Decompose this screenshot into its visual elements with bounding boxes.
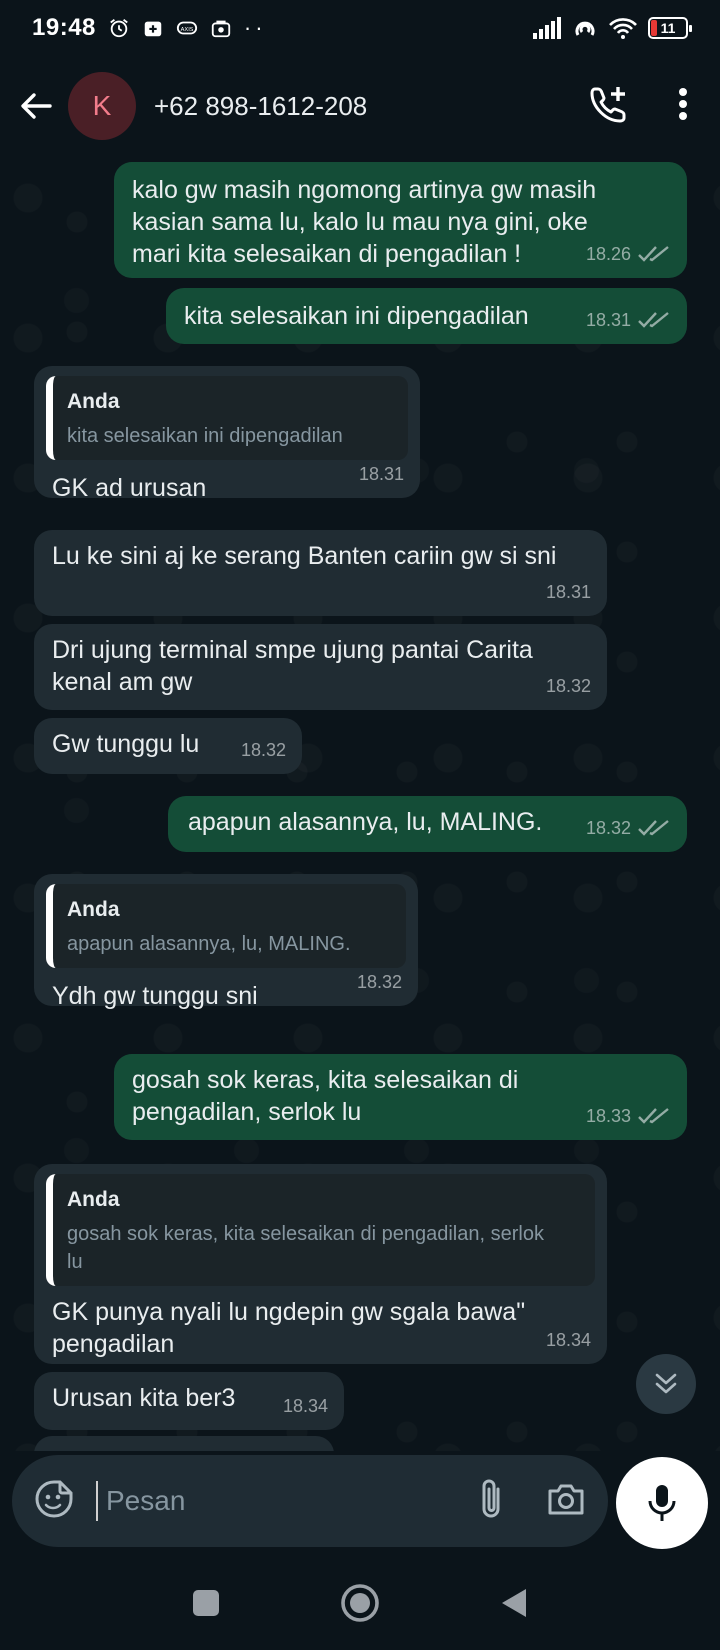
message-bubble-incoming[interactable]: Gw tunggu lu 18.32 (34, 718, 302, 774)
message-text: kalo gw masih ngomong artinya gw masih k… (132, 176, 597, 268)
phone-add-icon (590, 86, 626, 122)
battery-level: 11 (660, 20, 676, 36)
store-app-icon (211, 20, 231, 38)
message-time: 18.32 (585, 818, 631, 838)
message-time: 18.31 (585, 310, 631, 330)
message-bubble-outgoing[interactable]: gosah sok keras, kita selesaikan di peng… (114, 1054, 687, 1140)
contact-name[interactable]: +62 898-1612-208 (154, 91, 367, 122)
message-time: 18.34 (282, 1396, 328, 1416)
message-time: 18.32 (240, 740, 286, 760)
add-call-button[interactable] (590, 85, 628, 128)
message-text: gosah sok keras, kita selesaikan di peng… (132, 1066, 519, 1126)
back-nav-button[interactable] (500, 1587, 528, 1624)
sticker-button[interactable] (34, 1479, 74, 1524)
recents-button[interactable] (192, 1589, 220, 1622)
chat-header: K +62 898-1612-208 (0, 56, 720, 156)
message-text: GK punya nyali lu ngdepin gw sgala bawa"… (52, 1298, 526, 1358)
message-time: 18.31 (545, 582, 591, 602)
medical-app-icon (144, 21, 162, 37)
message-time: 18.34 (545, 1330, 591, 1350)
scroll-to-bottom-button[interactable] (636, 1354, 696, 1414)
back-button[interactable] (16, 86, 56, 126)
message-bubble-incoming[interactable]: Urusan kita ber3 18.34 (34, 1372, 344, 1430)
home-circle-icon (341, 1583, 379, 1622)
message-bubble-outgoing[interactable]: apapun alasannya, lu, MALING. 18.32 (168, 796, 687, 852)
message-text: Ydh gw tunggu sni (52, 982, 258, 1010)
message-time: 18.32 (545, 676, 591, 696)
message-bubble-incoming[interactable]: Anda apapun alasannya, lu, MALING. Ydh g… (34, 874, 418, 1010)
wifi-icon (609, 18, 637, 39)
status-bar: 19:48 AXIS ·· 11 (0, 0, 720, 56)
back-arrow-icon (21, 93, 52, 119)
quote-text: gosah sok keras, kita selesaikan di peng… (67, 1223, 544, 1273)
navigation-bar (0, 1560, 720, 1650)
voice-message-button[interactable] (616, 1457, 708, 1549)
paperclip-icon (482, 1479, 500, 1517)
quoted-message[interactable]: Anda kita selesaikan ini dipengadilan (46, 376, 408, 460)
avatar[interactable]: K (68, 72, 136, 140)
message-time: 18.33 (585, 1106, 631, 1126)
menu-button[interactable] (678, 87, 688, 126)
battery-icon: 11 (648, 17, 692, 39)
message-bubble-outgoing[interactable]: kita selesaikan ini dipengadilan 18.31 (166, 288, 687, 344)
message-text: Lu ke sini aj ke serang Banten cariin gw… (52, 542, 557, 570)
chat-area[interactable]: kalo gw masih ngomong artinya gw masih k… (0, 156, 720, 1451)
triangle-back-icon (502, 1588, 526, 1617)
sticker-icon (35, 1480, 73, 1517)
axis-app-icon: AXIS (176, 21, 197, 35)
signal-icon (533, 17, 561, 39)
read-ticks-icon (638, 820, 669, 836)
message-time: 18.32 (356, 972, 402, 992)
hotspot-icon (575, 21, 595, 36)
quote-author: Anda (67, 1188, 120, 1211)
message-bubble-incoming[interactable]: Dri ujung terminal smpe ujung pantai Car… (34, 624, 607, 710)
square-icon (193, 1589, 219, 1616)
read-ticks-icon (638, 1108, 669, 1124)
read-ticks-icon (638, 312, 669, 328)
message-bubble-incoming[interactable]: Lu ke sini aj ke serang Banten cariin gw… (34, 530, 607, 616)
quote-text: kita selesaikan ini dipengadilan (67, 425, 343, 447)
avatar-letter: K (92, 90, 112, 121)
message-bubble-incoming[interactable]: Anda gosah sok keras, kita selesaikan di… (34, 1164, 607, 1364)
home-button[interactable] (340, 1583, 380, 1628)
double-chevron-down-icon (655, 1373, 677, 1394)
camera-icon (548, 1484, 584, 1514)
more-vert-icon (679, 87, 687, 120)
alarm-icon (110, 19, 128, 38)
message-time: 18.26 (585, 244, 631, 264)
read-ticks-icon (638, 246, 669, 262)
status-time: 19:48 (32, 14, 96, 41)
camera-button[interactable] (546, 1481, 586, 1522)
more-notifications-icon: ·· (243, 15, 267, 40)
message-bubble-incoming[interactable]: Anda kita selesaikan ini dipengadilan GK… (34, 366, 420, 502)
quoted-message[interactable]: Anda apapun alasannya, lu, MALING. (46, 884, 406, 968)
message-bubble-outgoing[interactable]: kalo gw masih ngomong artinya gw masih k… (114, 162, 687, 278)
quote-text: apapun alasannya, lu, MALING. (67, 933, 351, 955)
message-composer: Pesan (12, 1455, 608, 1547)
message-text: GK ad urusan (52, 474, 207, 502)
attach-button[interactable] (476, 1477, 506, 1526)
message-text: Dri ujung terminal smpe ujung pantai Car… (52, 636, 533, 696)
svg-text:AXIS: AXIS (181, 27, 194, 33)
message-input[interactable]: Pesan (96, 1481, 476, 1521)
quote-author: Anda (67, 898, 120, 921)
quote-author: Anda (67, 390, 120, 413)
quoted-message[interactable]: Anda gosah sok keras, kita selesaikan di… (46, 1174, 595, 1286)
microphone-icon (648, 1485, 676, 1521)
message-bubble-incoming[interactable] (34, 1436, 334, 1451)
message-time: 18.31 (358, 464, 404, 484)
